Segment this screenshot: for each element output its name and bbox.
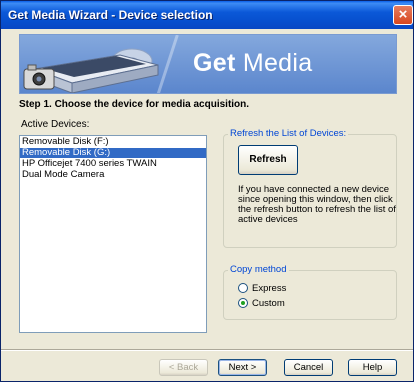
- banner-title: Get Media: [193, 49, 313, 77]
- back-button[interactable]: < Back: [159, 359, 208, 376]
- refresh-button[interactable]: Refresh: [238, 145, 298, 175]
- device-item[interactable]: HP Officejet 7400 series TWAIN: [20, 159, 206, 169]
- copy-method-group: [223, 270, 397, 320]
- refresh-button-label: Refresh: [249, 154, 287, 165]
- custom-radio-label[interactable]: Custom: [252, 298, 285, 309]
- express-radio-label[interactable]: Express: [252, 283, 286, 294]
- radio-checked-dot: [241, 301, 245, 305]
- device-item[interactable]: Dual Mode Camera: [20, 170, 206, 180]
- close-icon: ×: [398, 6, 408, 23]
- device-item-selected[interactable]: Removable Disk (G:): [20, 148, 206, 158]
- back-button-label: < Back: [168, 362, 199, 373]
- cancel-button[interactable]: Cancel: [284, 359, 333, 376]
- header-banner: Get Media: [19, 34, 397, 94]
- express-radio[interactable]: [238, 283, 248, 293]
- refresh-group-label: Refresh the List of Devices:: [228, 128, 349, 139]
- cancel-button-label: Cancel: [293, 362, 324, 373]
- next-button[interactable]: Next >: [218, 359, 267, 376]
- title-bar[interactable]: Get Media Wizard - Device selection ×: [1, 1, 413, 29]
- scanner-camera-icon: [23, 35, 179, 93]
- device-item[interactable]: Removable Disk (F:): [20, 137, 206, 147]
- custom-radio[interactable]: [238, 298, 248, 308]
- device-list[interactable]: Removable Disk (F:) Removable Disk (G:) …: [19, 135, 207, 333]
- copy-method-label: Copy method: [228, 264, 289, 275]
- help-button[interactable]: Help: [348, 359, 397, 376]
- step-instruction: Step 1. Choose the device for media acqu…: [19, 99, 250, 110]
- help-button-label: Help: [362, 362, 383, 373]
- window-title: Get Media Wizard - Device selection: [8, 8, 213, 22]
- next-button-label: Next >: [228, 362, 257, 373]
- wizard-window: Get Media Wizard - Device selection × Ge…: [0, 0, 414, 382]
- footer-separator: [1, 349, 413, 351]
- refresh-description: If you have connected a new device since…: [238, 184, 396, 225]
- active-devices-label: Active Devices:: [21, 119, 90, 130]
- close-button[interactable]: ×: [393, 5, 413, 25]
